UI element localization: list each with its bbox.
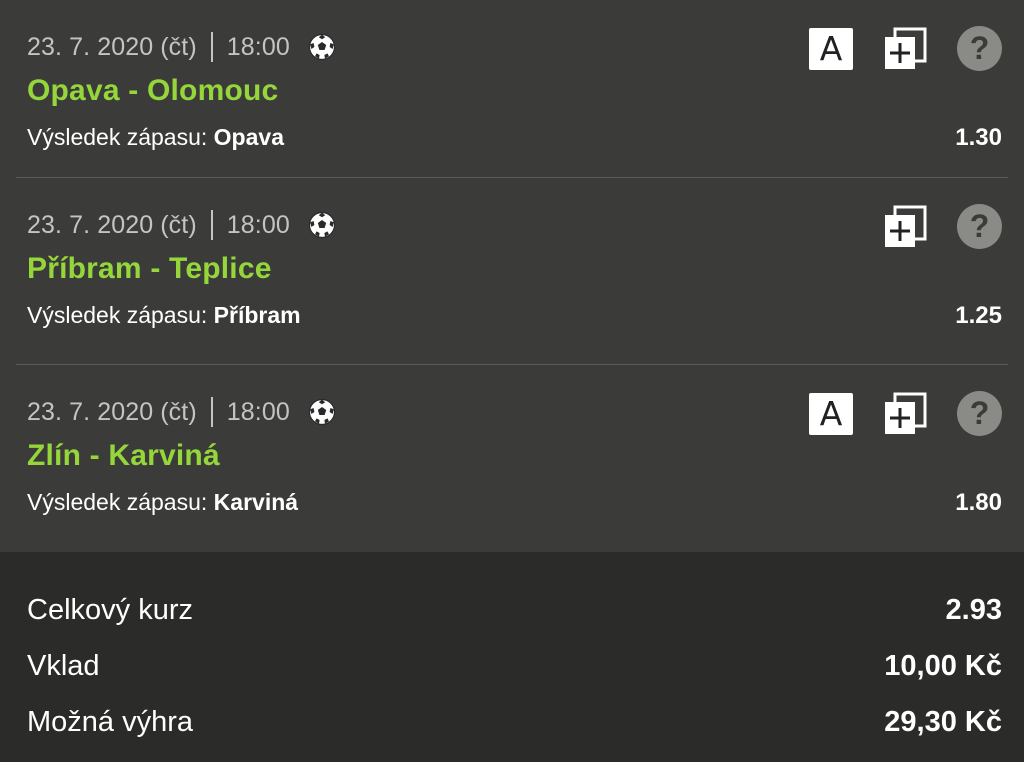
- possible-win-value: 29,30 Kč: [884, 706, 1002, 738]
- outcome-value: Karviná: [213, 489, 299, 515]
- soccer-ball-icon: [308, 211, 335, 239]
- match-date: 23. 7. 2020 (čt): [27, 210, 197, 239]
- a-button[interactable]: A: [809, 27, 853, 70]
- help-button[interactable]: ?: [957, 204, 1002, 249]
- help-icon: ?: [969, 395, 990, 431]
- match-outcome: Výsledek zápasu: Příbram: [27, 302, 301, 329]
- match-date: 23. 7. 2020 (čt): [27, 32, 197, 61]
- add-copy-icon[interactable]: [883, 27, 927, 71]
- meta-divider: [210, 32, 213, 62]
- soccer-ball-icon: [308, 33, 335, 61]
- match-actions: ?: [883, 204, 1002, 249]
- meta-divider: [210, 397, 213, 427]
- help-icon: ?: [969, 30, 990, 66]
- match-teams[interactable]: Opava - Olomouc: [27, 74, 278, 108]
- total-odds-row: Celkový kurz 2.93: [27, 594, 1002, 627]
- help-button[interactable]: ?: [957, 26, 1002, 71]
- bet-ticket: 23. 7. 2020 (čt) 18:00 A ? Opava - Olomo…: [0, 0, 1024, 762]
- help-icon: ?: [969, 208, 990, 244]
- match-outcome: Výsledek zápasu: Karviná: [27, 489, 298, 516]
- stake-value[interactable]: 10,00 Kč: [884, 650, 1002, 683]
- help-button[interactable]: ?: [957, 391, 1002, 436]
- total-odds-label: Celkový kurz: [27, 594, 193, 626]
- match-odd: 1.80: [955, 489, 1002, 516]
- outcome-label: Výsledek zápasu:: [27, 302, 208, 328]
- match-actions: A ?: [809, 26, 1002, 71]
- match-teams[interactable]: Zlín - Karviná: [27, 439, 220, 473]
- stake-row: Vklad 10,00 Kč: [27, 650, 1002, 683]
- meta-divider: [210, 210, 213, 240]
- add-copy-icon[interactable]: [883, 392, 927, 436]
- a-button[interactable]: A: [809, 392, 853, 435]
- match-card: 23. 7. 2020 (čt) 18:00 ? Příbram - Tepli…: [0, 178, 1024, 365]
- match-odd: 1.25: [955, 302, 1002, 329]
- possible-win-row: Možná výhra 29,30 Kč: [27, 706, 1002, 739]
- match-meta: 23. 7. 2020 (čt) 18:00: [27, 208, 336, 242]
- soccer-ball-icon: [308, 398, 335, 426]
- outcome-label: Výsledek zápasu:: [27, 124, 208, 150]
- match-card: 23. 7. 2020 (čt) 18:00 A: [0, 365, 1024, 552]
- stake-label: Vklad: [27, 650, 100, 682]
- match-meta: 23. 7. 2020 (čt) 18:00: [27, 30, 336, 64]
- a-button-label: A: [819, 394, 843, 433]
- match-outcome: Výsledek zápasu: Opava: [27, 124, 284, 151]
- match-time: 18:00: [226, 32, 290, 61]
- match-meta: 23. 7. 2020 (čt) 18:00: [27, 395, 336, 429]
- add-copy-icon[interactable]: [883, 205, 927, 249]
- a-button-label: A: [819, 29, 843, 68]
- match-odd: 1.30: [955, 124, 1002, 151]
- possible-win-label: Možná výhra: [27, 706, 194, 738]
- match-actions: A ?: [809, 391, 1002, 436]
- match-teams[interactable]: Příbram - Teplice: [27, 252, 272, 286]
- match-time: 18:00: [226, 210, 290, 239]
- outcome-value: Příbram: [213, 302, 301, 328]
- match-date: 23. 7. 2020 (čt): [27, 397, 197, 426]
- ticket-summary: Celkový kurz 2.93 Vklad 10,00 Kč Možná v…: [0, 552, 1024, 762]
- match-time: 18:00: [226, 397, 290, 426]
- match-card: 23. 7. 2020 (čt) 18:00 A: [0, 0, 1024, 178]
- outcome-label: Výsledek zápasu:: [27, 489, 208, 515]
- outcome-value: Opava: [213, 124, 284, 150]
- total-odds-value: 2.93: [945, 594, 1002, 626]
